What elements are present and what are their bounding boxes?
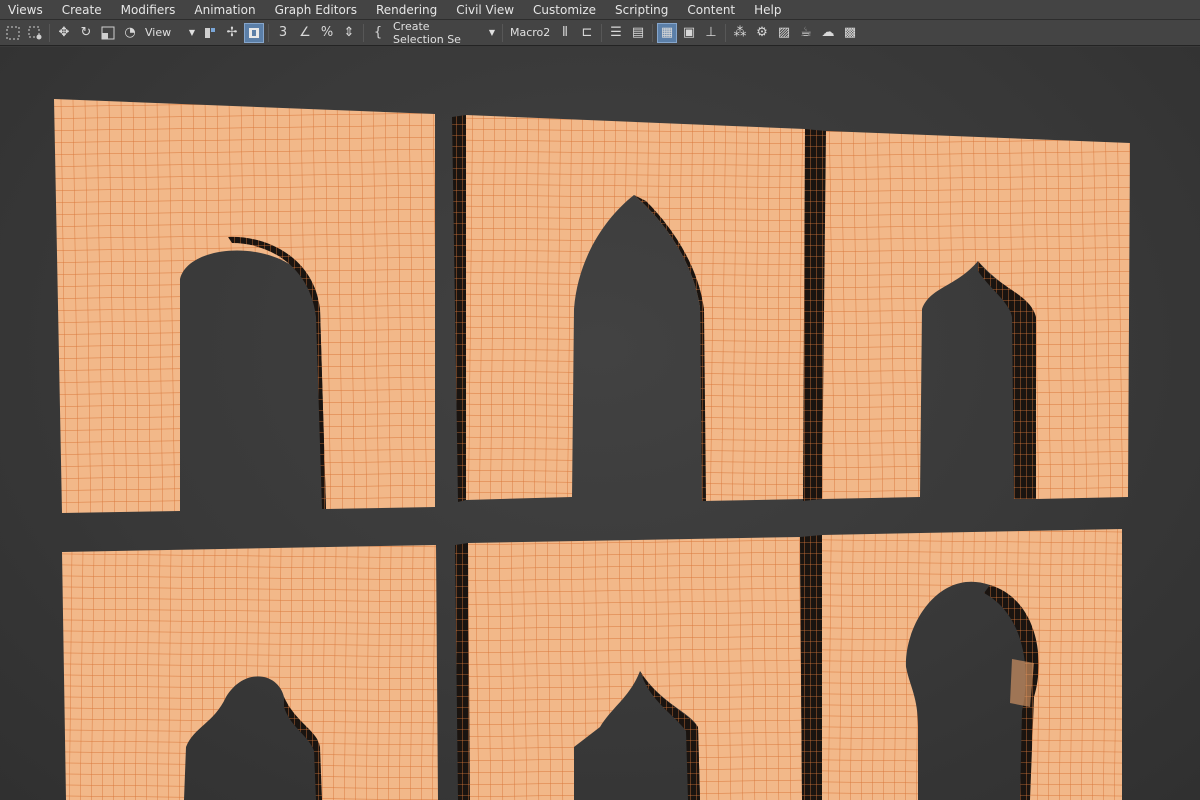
pointed-arch-wall[interactable] [452, 115, 805, 502]
rendered-frame-icon[interactable]: ▨ [774, 23, 794, 43]
menu-rendering[interactable]: Rendering [368, 0, 448, 20]
toolbar-separator [601, 23, 602, 42]
ogee-arch-wall[interactable] [803, 129, 1130, 501]
render-grid-icon[interactable]: ▩ [840, 23, 860, 43]
render-iterative-icon[interactable]: ☁ [818, 23, 838, 43]
toolbar-separator [363, 23, 364, 42]
edit-named-selection-icon[interactable]: { [368, 23, 388, 43]
menu-content[interactable]: Content [679, 0, 746, 20]
named-selection-value: Create Selection Se [393, 19, 461, 46]
keyhole-arch-wall[interactable] [800, 529, 1122, 800]
toolbar-separator [502, 23, 503, 42]
scene-explorer-icon[interactable]: ▤ [628, 23, 648, 43]
lancet-cusp-wall[interactable] [455, 537, 802, 800]
select-region-icon[interactable] [3, 23, 23, 43]
ribbon-toggle-icon[interactable]: ▦ [657, 22, 677, 43]
select-manipulate-icon[interactable]: ✢ [222, 23, 242, 43]
window-crossing-icon[interactable] [25, 23, 45, 43]
align-icon[interactable]: ⊏ [577, 23, 597, 43]
round-arch-wall[interactable] [54, 99, 435, 513]
spinner-snap-icon[interactable]: ⇕ [339, 23, 359, 43]
cusped-arch-wall[interactable] [62, 545, 438, 800]
toolbar-separator [725, 23, 726, 42]
menu-views[interactable]: Views [0, 0, 54, 20]
chevron-down-icon: ▼ [188, 28, 195, 37]
menu-help[interactable]: Help [746, 0, 792, 20]
angle-snap-icon[interactable]: ∠ [295, 23, 315, 43]
menu-scripting[interactable]: Scripting [607, 0, 679, 20]
scale-icon[interactable] [98, 23, 118, 43]
move-icon[interactable]: ✥ [54, 23, 74, 43]
layer-manager-icon[interactable]: ☰ [606, 23, 626, 43]
render-setup-icon[interactable]: ⚙ [752, 23, 772, 43]
curve-editor-icon[interactable]: ▣ [679, 23, 699, 43]
pivot-center-icon[interactable] [200, 23, 220, 43]
percent-snap-label: % [320, 25, 334, 40]
macro-field[interactable]: Macro2 [506, 23, 554, 43]
toolbar-separator [652, 23, 653, 42]
main-toolbar: ✥ ↻ ◔ View ▼ ✢ 3 ∠ % ⇕ { Create Selectio… [0, 20, 1200, 46]
schematic-view-icon[interactable]: ⊥ [701, 23, 721, 43]
menu-civil-view[interactable]: Civil View [448, 0, 525, 20]
menu-customize[interactable]: Customize [525, 0, 607, 20]
reference-coord-value: View [145, 26, 172, 39]
macro-value: Macro2 [510, 26, 551, 39]
menu-modifiers[interactable]: Modifiers [113, 0, 187, 20]
chevron-down-icon: ▼ [488, 28, 495, 37]
menu-bar: Views Create Modifiers Animation Graph E… [0, 0, 1200, 20]
menu-create[interactable]: Create [54, 0, 113, 20]
scene-canvas[interactable] [0, 47, 1200, 800]
menu-animation[interactable]: Animation [186, 0, 266, 20]
named-selection-dropdown[interactable]: Create Selection Se ▼ [389, 19, 499, 46]
perspective-viewport[interactable] [0, 47, 1200, 800]
menu-graph-editors[interactable]: Graph Editors [267, 0, 368, 20]
snaps-toggle-icon[interactable]: 3 [273, 23, 293, 43]
mirror-icon[interactable]: ⫴ [555, 23, 575, 43]
toolbar-separator [49, 23, 50, 42]
render-production-icon[interactable]: ☕ [796, 23, 816, 43]
reference-coord-dropdown[interactable]: View ▼ [141, 23, 199, 43]
keyboard-shortcut-toggle-icon[interactable] [244, 22, 264, 43]
place-icon[interactable]: ◔ [120, 23, 140, 43]
material-editor-icon[interactable]: ⁂ [730, 23, 750, 43]
percent-snap-icon[interactable]: % [317, 23, 337, 43]
snaps-label: 3 [278, 25, 288, 40]
toolbar-separator [268, 23, 269, 42]
rotate-icon[interactable]: ↻ [76, 23, 96, 43]
